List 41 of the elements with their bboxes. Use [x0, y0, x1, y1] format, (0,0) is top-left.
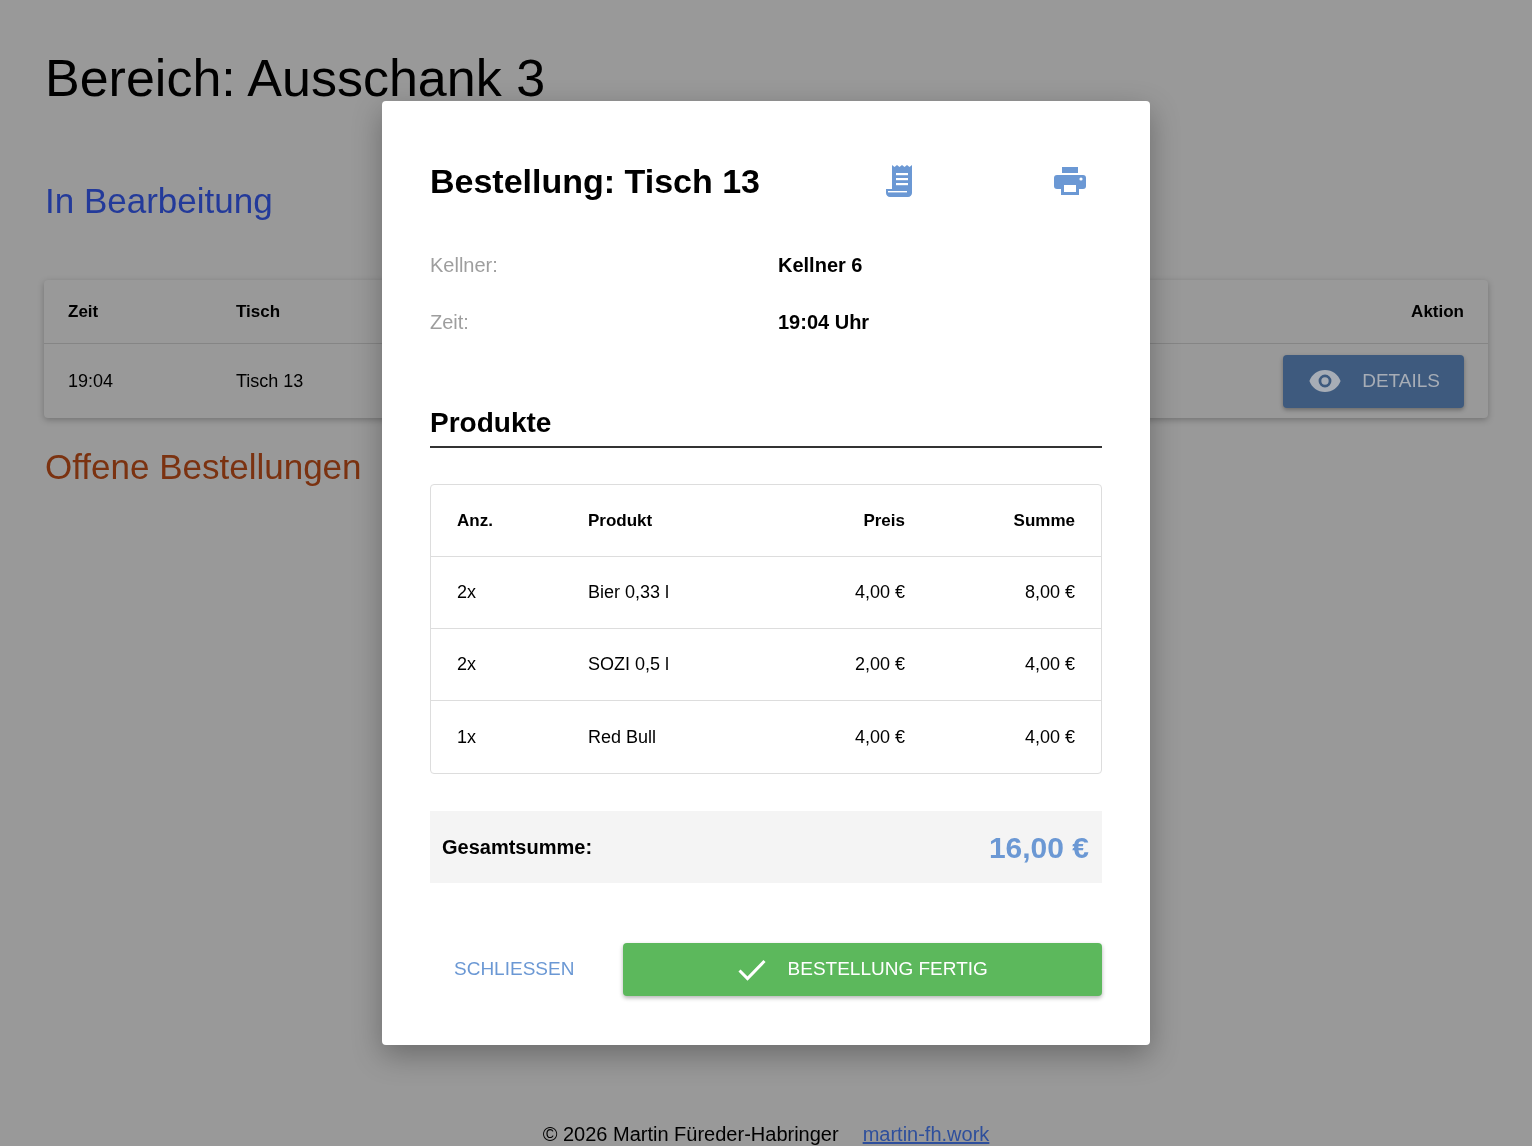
field-value: Kellner 6 [778, 252, 863, 278]
table-cell: 8,00 € [1024, 582, 1075, 602]
products-heading: Produkte [430, 406, 552, 440]
column-header: Tisch [236, 302, 281, 322]
table-cell: 2x [457, 582, 476, 602]
field-label: Kellner: [430, 252, 498, 278]
print-icon [1054, 167, 1086, 195]
table-cell: SOZI 0,5 l [588, 654, 670, 674]
dialog-title: Bestellung: Tisch 13 [430, 160, 762, 202]
table-cell: Red Bull [588, 726, 657, 747]
table-cell: 4,00 € [1024, 654, 1075, 674]
check-icon [737, 958, 766, 981]
complete-order-button[interactable]: BESTELLUNG FERTIG [623, 943, 1102, 996]
copyright-text: © 2026 Martin Füreder-Habringer [542, 1122, 839, 1146]
total-label: Gesamtsumme: [442, 835, 593, 860]
column-header: Summe [1013, 511, 1075, 530]
close-button[interactable]: SCHLIESSEN [430, 943, 599, 996]
details-button[interactable]: DETAILS [1283, 354, 1464, 408]
column-header: Anz. [457, 511, 493, 530]
section-heading: Offene Bestellungen [45, 446, 362, 489]
table-cell: 2x [457, 654, 476, 674]
field-label: Zeit: [430, 309, 469, 335]
page-title: Bereich: Ausschank 3 [45, 48, 546, 109]
table-cell: 4,00 € [854, 726, 905, 747]
column-header: Preis [863, 511, 905, 530]
receipt-icon [886, 165, 914, 197]
table-cell: 4,00 € [854, 582, 905, 602]
table-cell: 4,00 € [1024, 726, 1075, 747]
table-cell: 19:04 [68, 370, 114, 391]
eye-icon [1309, 370, 1342, 393]
website-link[interactable]: martin-fh.work [862, 1122, 990, 1146]
table-cell: Bier 0,33 l [588, 582, 670, 602]
total-amount: 16,00 € [988, 829, 1089, 866]
table-cell: 2,00 € [854, 654, 905, 674]
column-header: Produkt [588, 511, 653, 530]
section-heading: In Bearbeitung [45, 180, 273, 223]
table-cell: 1x [457, 726, 476, 747]
field-value: 19:04 Uhr [778, 309, 870, 335]
column-header: Aktion [1411, 302, 1464, 322]
table-cell: Tisch 13 [236, 370, 304, 391]
column-header: Zeit [68, 302, 99, 322]
